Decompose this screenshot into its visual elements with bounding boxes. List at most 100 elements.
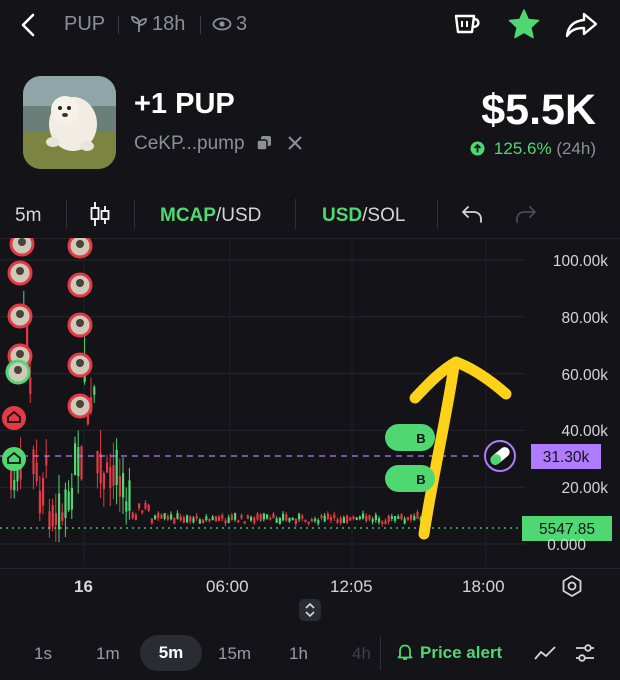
candle: [288, 517, 291, 522]
candle: [282, 513, 285, 521]
candle: [179, 516, 182, 521]
share-card-icon[interactable]: [450, 10, 484, 40]
usd-sol-toggle[interactable]: USD/SOL: [322, 205, 405, 227]
redo-icon[interactable]: [514, 204, 538, 224]
candle: [198, 519, 201, 524]
candle: [67, 491, 70, 511]
candle: [342, 517, 345, 524]
candle: [307, 521, 310, 524]
timeframe-1m[interactable]: 1m: [96, 644, 120, 664]
divider: [380, 636, 381, 670]
candle: [234, 513, 237, 520]
candle: [157, 512, 160, 519]
pill-icon[interactable]: [484, 440, 516, 472]
candle: [323, 515, 326, 522]
candle: [400, 514, 403, 520]
interval-button[interactable]: 5m: [15, 205, 41, 227]
candle: [48, 511, 51, 530]
y-tick: 20.00k: [561, 480, 608, 497]
sprout-icon: [131, 16, 147, 32]
candle: [355, 517, 358, 521]
candle: [138, 503, 141, 509]
candle: [102, 473, 105, 490]
candle: [125, 501, 128, 512]
candle: [390, 516, 393, 519]
y-tick: 0.000: [547, 537, 586, 554]
arrow-up-circle-icon: [470, 141, 485, 156]
timeframe-1s[interactable]: 1s: [34, 644, 52, 664]
price-alert-label: Price alert: [420, 643, 503, 662]
buy-marker[interactable]: B: [385, 465, 435, 492]
share-icon[interactable]: [564, 10, 600, 40]
trader-face: [76, 240, 84, 248]
candle: [224, 520, 227, 524]
candle: [403, 518, 406, 524]
trader-face: [76, 359, 84, 367]
timeframe-15m[interactable]: 15m: [218, 644, 251, 664]
candle: [134, 514, 137, 520]
candle: [211, 516, 214, 520]
candle: [240, 515, 243, 519]
candle: [51, 505, 54, 527]
candle: [314, 518, 317, 521]
candle: [365, 515, 368, 522]
y-tick: 40.00k: [561, 423, 608, 440]
dev-marker: [2, 447, 26, 471]
market-cap-value: $5.5K: [481, 86, 596, 134]
trade-markers: [2, 238, 93, 471]
candle: [221, 515, 224, 519]
price-change: 125.6% (24h): [470, 139, 596, 159]
x-tick: 06:00: [206, 577, 249, 596]
candle: [339, 518, 342, 523]
candle: [147, 504, 150, 511]
dev-marker: [2, 406, 26, 430]
buy-marker[interactable]: B: [385, 424, 435, 451]
candle: [384, 520, 387, 524]
chevron-left-icon[interactable]: [18, 13, 38, 37]
candlestick-icon[interactable]: [88, 200, 112, 228]
x-tick: 16: [74, 577, 93, 596]
candle: [160, 514, 163, 519]
candle: [106, 462, 109, 473]
candle: [109, 466, 112, 489]
contract-address[interactable]: CeKP...pump: [134, 133, 303, 155]
undo-icon[interactable]: [460, 204, 484, 224]
age-label: 18h: [152, 13, 186, 35]
candle: [35, 462, 38, 482]
candle: [86, 414, 89, 425]
settings-icon[interactable]: [560, 574, 584, 598]
change-period: (24h): [556, 139, 596, 158]
candle: [266, 514, 269, 519]
candle: [275, 518, 278, 523]
candle: [259, 514, 262, 521]
sliders-icon[interactable]: [574, 642, 596, 664]
candle: [150, 518, 153, 524]
candle: [61, 512, 64, 522]
divider: [295, 199, 296, 229]
candle: [189, 516, 192, 522]
trader-face: [16, 350, 24, 358]
x-twitter-icon[interactable]: [287, 135, 303, 151]
mcap-usd-toggle[interactable]: MCAP/USD: [160, 205, 261, 227]
price-alert-button[interactable]: Price alert: [396, 643, 502, 663]
candle: [285, 514, 288, 521]
candle: [13, 479, 16, 491]
y-tick: 100.00k: [552, 253, 608, 270]
line-chart-icon[interactable]: [533, 643, 557, 663]
star-icon[interactable]: [507, 8, 541, 40]
timeframe-5m[interactable]: 5m: [140, 635, 202, 671]
expand-chart-icon[interactable]: [298, 598, 322, 622]
price-chart[interactable]: B B 31.30k 5547.85: [0, 238, 620, 570]
candle: [262, 513, 265, 520]
copy-icon[interactable]: [256, 135, 272, 151]
candle: [118, 476, 121, 497]
eye-icon: [212, 17, 232, 31]
last-price-tag: 5547.85: [539, 521, 595, 538]
candle: [253, 517, 256, 524]
timeframe-1h[interactable]: 1h: [289, 644, 308, 664]
candle: [205, 516, 208, 521]
timeframe-4h[interactable]: 4h: [352, 644, 371, 664]
x-tick: 12:05: [330, 577, 373, 596]
trader-face: [76, 319, 84, 327]
candle: [310, 519, 313, 522]
